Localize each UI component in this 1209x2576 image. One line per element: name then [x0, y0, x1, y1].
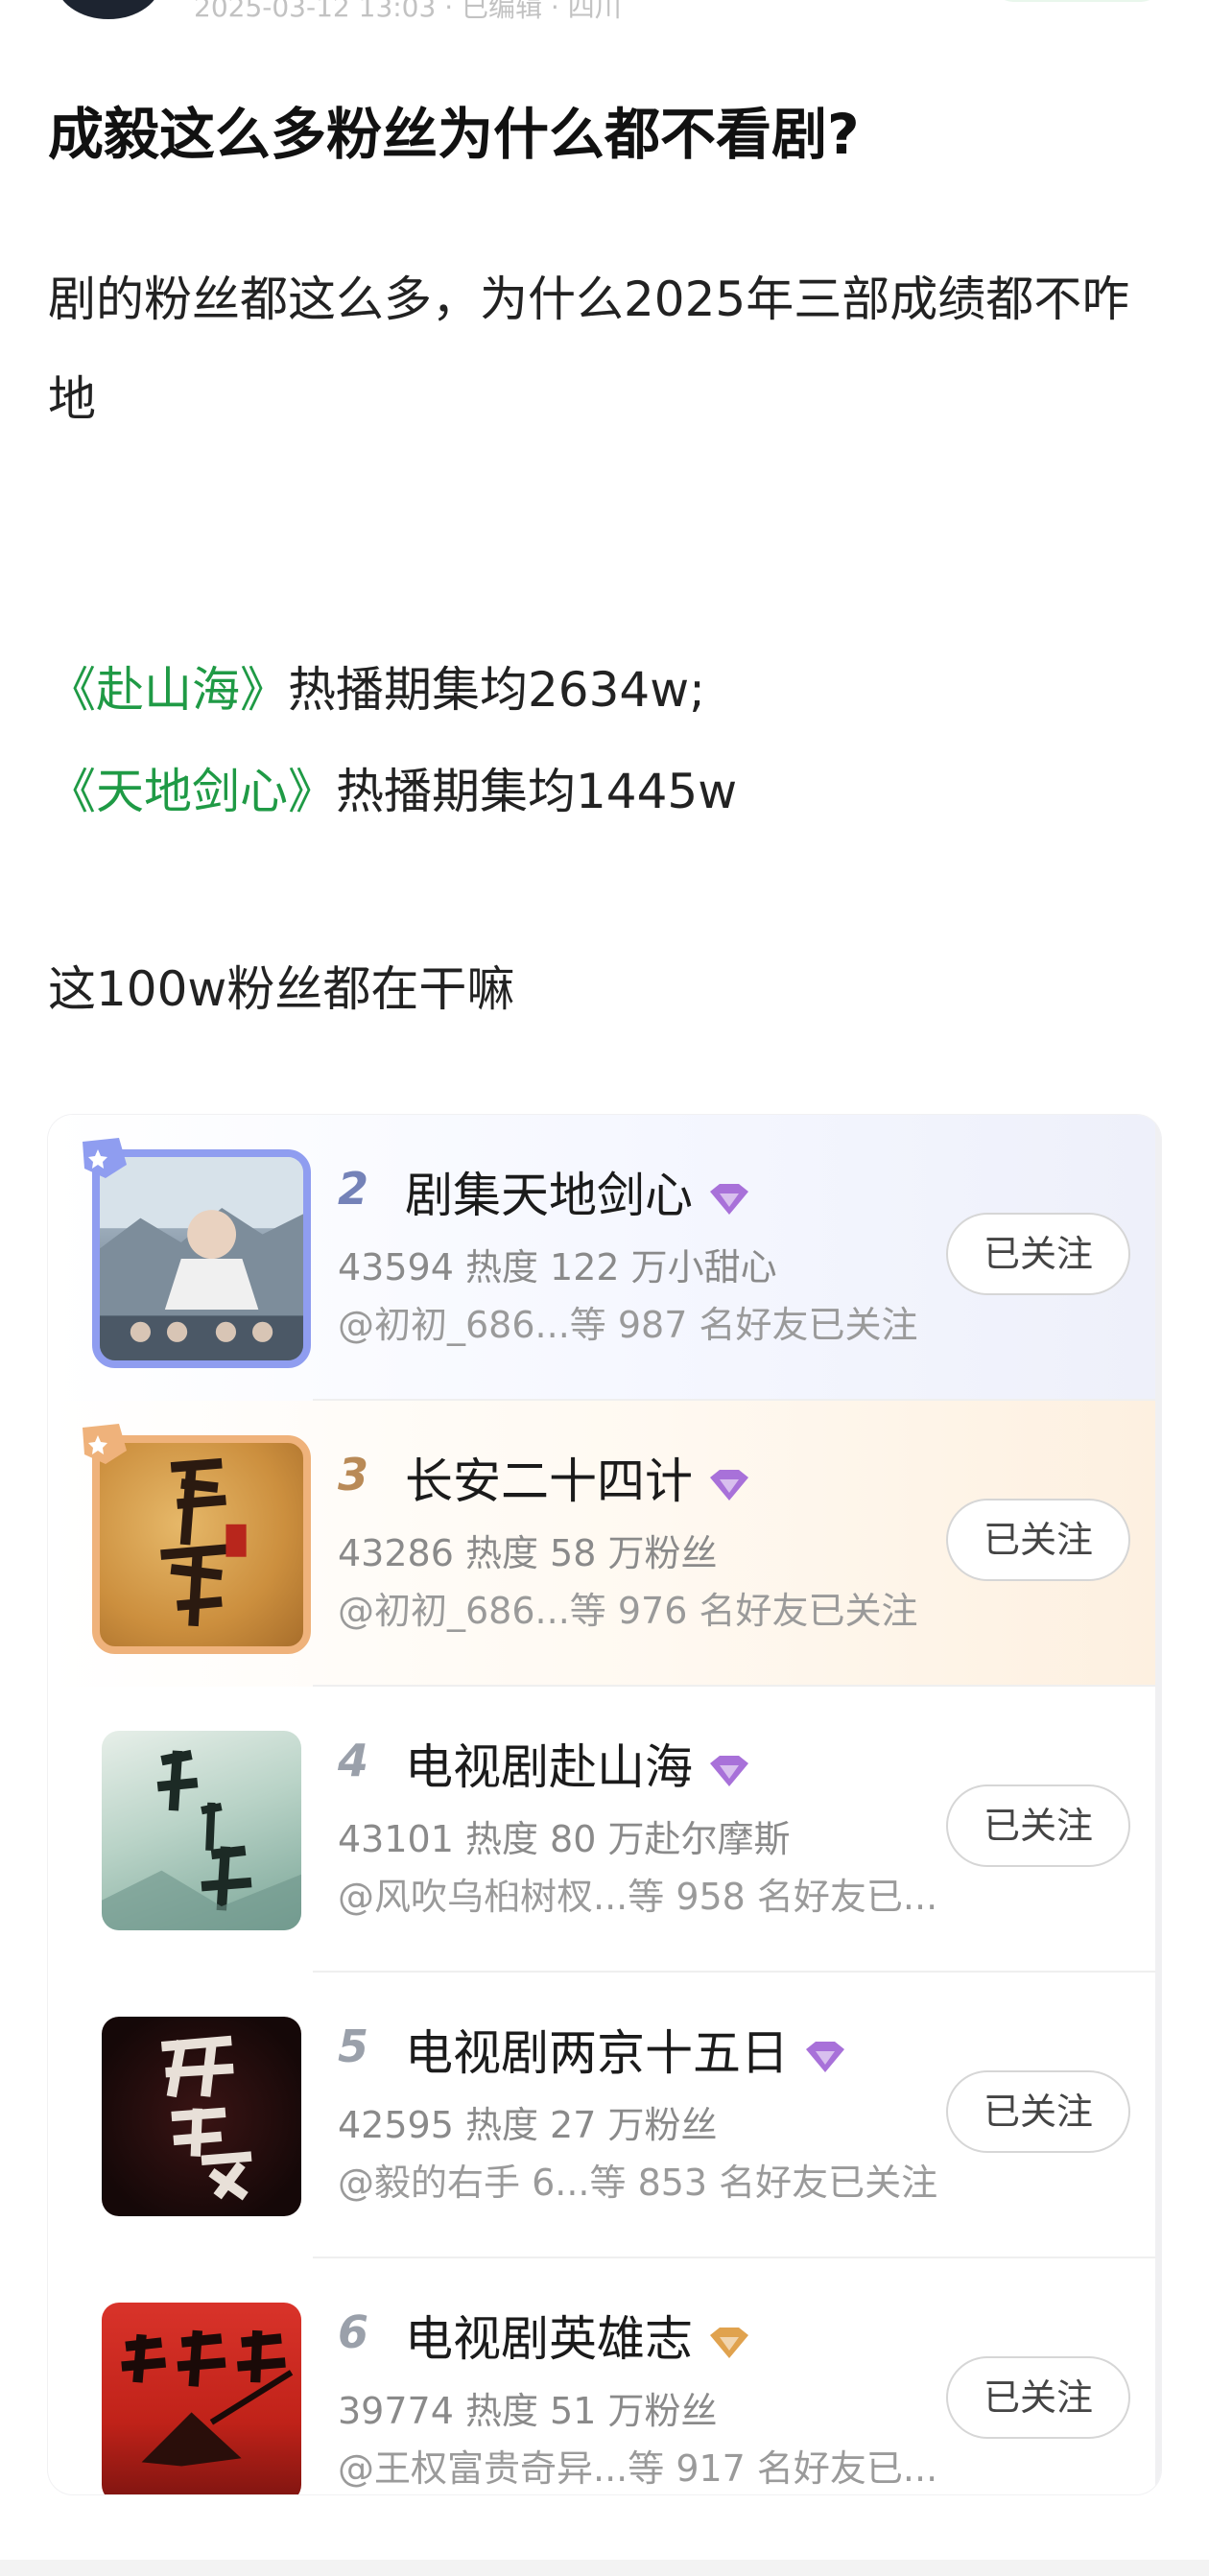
drama-link-fushanhai[interactable]: 《赴山海》: [48, 662, 288, 718]
poster-changan-icon[interactable]: [92, 1435, 311, 1654]
followed-button[interactable]: 已关注: [946, 2070, 1130, 2153]
drama-name[interactable]: 电视剧英雄志: [405, 2301, 752, 2370]
ranking-row[interactable]: 3 长安二十四计 43286 热度 58 万粉丝 @初初_686...等 976…: [48, 1401, 1161, 1687]
bottom-divider: [0, 2560, 1209, 2576]
follow-pill-button[interactable]: [993, 0, 1161, 2]
drama-name[interactable]: 电视剧赴山海: [405, 1729, 752, 1798]
heat-stats: 43286 热度 58 万粉丝: [338, 1532, 718, 1574]
drama-name[interactable]: 剧集天地剑心: [405, 1157, 752, 1226]
heat-stats: 39774 热度 51 万粉丝: [338, 2390, 718, 2432]
gem-level-icon: [806, 2041, 844, 2072]
drama-name[interactable]: 长安二十四计: [405, 1443, 752, 1512]
friends-following: @风吹乌桕树杈...等 958 名好友已...: [338, 1876, 938, 1918]
friends-following: @毅的右手 6...等 853 名好友已关注: [338, 2162, 938, 2204]
poster-liangjing-icon[interactable]: [102, 2017, 301, 2216]
drama-name[interactable]: 电视剧两京十五日: [405, 2015, 848, 2084]
gem-level-icon: [710, 2327, 748, 2358]
followed-button[interactable]: 已关注: [946, 1213, 1130, 1295]
ranking-row[interactable]: 5 电视剧两京十五日 42595 热度 27 万粉丝 @毅的右手 6...等 8…: [48, 1973, 1161, 2258]
rank-number: 5: [338, 2021, 369, 2072]
followed-button[interactable]: 已关注: [946, 1499, 1130, 1581]
star-badge-icon: [83, 1138, 127, 1178]
gem-level-icon: [710, 1755, 748, 1786]
friends-following: @初初_686...等 976 名好友已关注: [338, 1590, 918, 1632]
post-intro: 剧的粉丝都这么多，为什么2025年三部成绩都不咋地: [48, 272, 1130, 427]
ranking-row[interactable]: 2 剧集天地剑心 43594 热度 122 万小甜心 @初初_686...等 9…: [48, 1115, 1161, 1401]
post-meta: 2025-03-12 13:03 · 已编辑 · 四川: [194, 0, 622, 23]
gem-level-icon: [710, 1469, 748, 1501]
ranking-row[interactable]: 6 电视剧英雄志 39774 热度 51 万粉丝 @王权富贵奇异...等 917…: [48, 2258, 1161, 2494]
poster-fushanhai-icon[interactable]: [102, 1731, 301, 1930]
drama-name-text: 长安二十四计: [405, 1453, 693, 1509]
post-line-text: 热播期集均2634w;: [288, 662, 705, 718]
drama-link-tiandijianxin[interactable]: 《天地剑心》: [48, 764, 336, 819]
followed-button[interactable]: 已关注: [946, 2356, 1130, 2439]
heat-stats: 42595 热度 27 万粉丝: [338, 2104, 718, 2146]
post-line-text: 热播期集均1445w: [336, 764, 738, 819]
drama-name-text: 剧集天地剑心: [405, 1168, 693, 1223]
post-line-fushanhai: 《赴山海》热播期集均2634w;: [48, 656, 705, 723]
ranking-row[interactable]: 4 电视剧赴山海 43101 热度 80 万赴尔摩斯 @风吹乌桕树杈...等 9…: [48, 1687, 1161, 1973]
heat-stats: 43101 热度 80 万赴尔摩斯: [338, 1818, 791, 1860]
rank-number: 3: [338, 1449, 369, 1501]
rank-number: 4: [338, 1735, 369, 1786]
drama-name-text: 电视剧两京十五日: [405, 2025, 789, 2081]
ranking-screenshot-card: 2 剧集天地剑心 43594 热度 122 万小甜心 @初初_686...等 9…: [48, 1115, 1161, 2494]
rank-number: 2: [338, 1163, 369, 1215]
drama-name-text: 电视剧赴山海: [405, 1739, 693, 1795]
poster-yingxiongzhi-icon[interactable]: [102, 2303, 301, 2494]
drama-name-text: 电视剧英雄志: [405, 2311, 693, 2367]
poster-tiandijianxin-icon[interactable]: [92, 1149, 311, 1368]
gem-level-icon: [710, 1183, 748, 1215]
post-line-tiandijianxin: 《天地剑心》热播期集均1445w: [48, 758, 737, 825]
rank-number: 6: [338, 2306, 369, 2358]
post-title: 成毅这么多粉丝为什么都不看剧?: [48, 102, 860, 167]
heat-stats: 43594 热度 122 万小甜心: [338, 1246, 777, 1288]
avatar[interactable]: [56, 0, 161, 19]
post-header: 2025-03-12 13:03 · 已编辑 · 四川: [0, 0, 1209, 38]
post-line-fans: 这100w粉丝都在干嘛: [48, 961, 515, 1017]
followed-button[interactable]: 已关注: [946, 1784, 1130, 1867]
star-badge-icon: [83, 1424, 127, 1464]
card-edge: [1155, 1115, 1161, 2494]
friends-following: @初初_686...等 987 名好友已关注: [338, 1304, 918, 1346]
friends-following: @王权富贵奇异...等 917 名好友已...: [338, 2447, 938, 2490]
